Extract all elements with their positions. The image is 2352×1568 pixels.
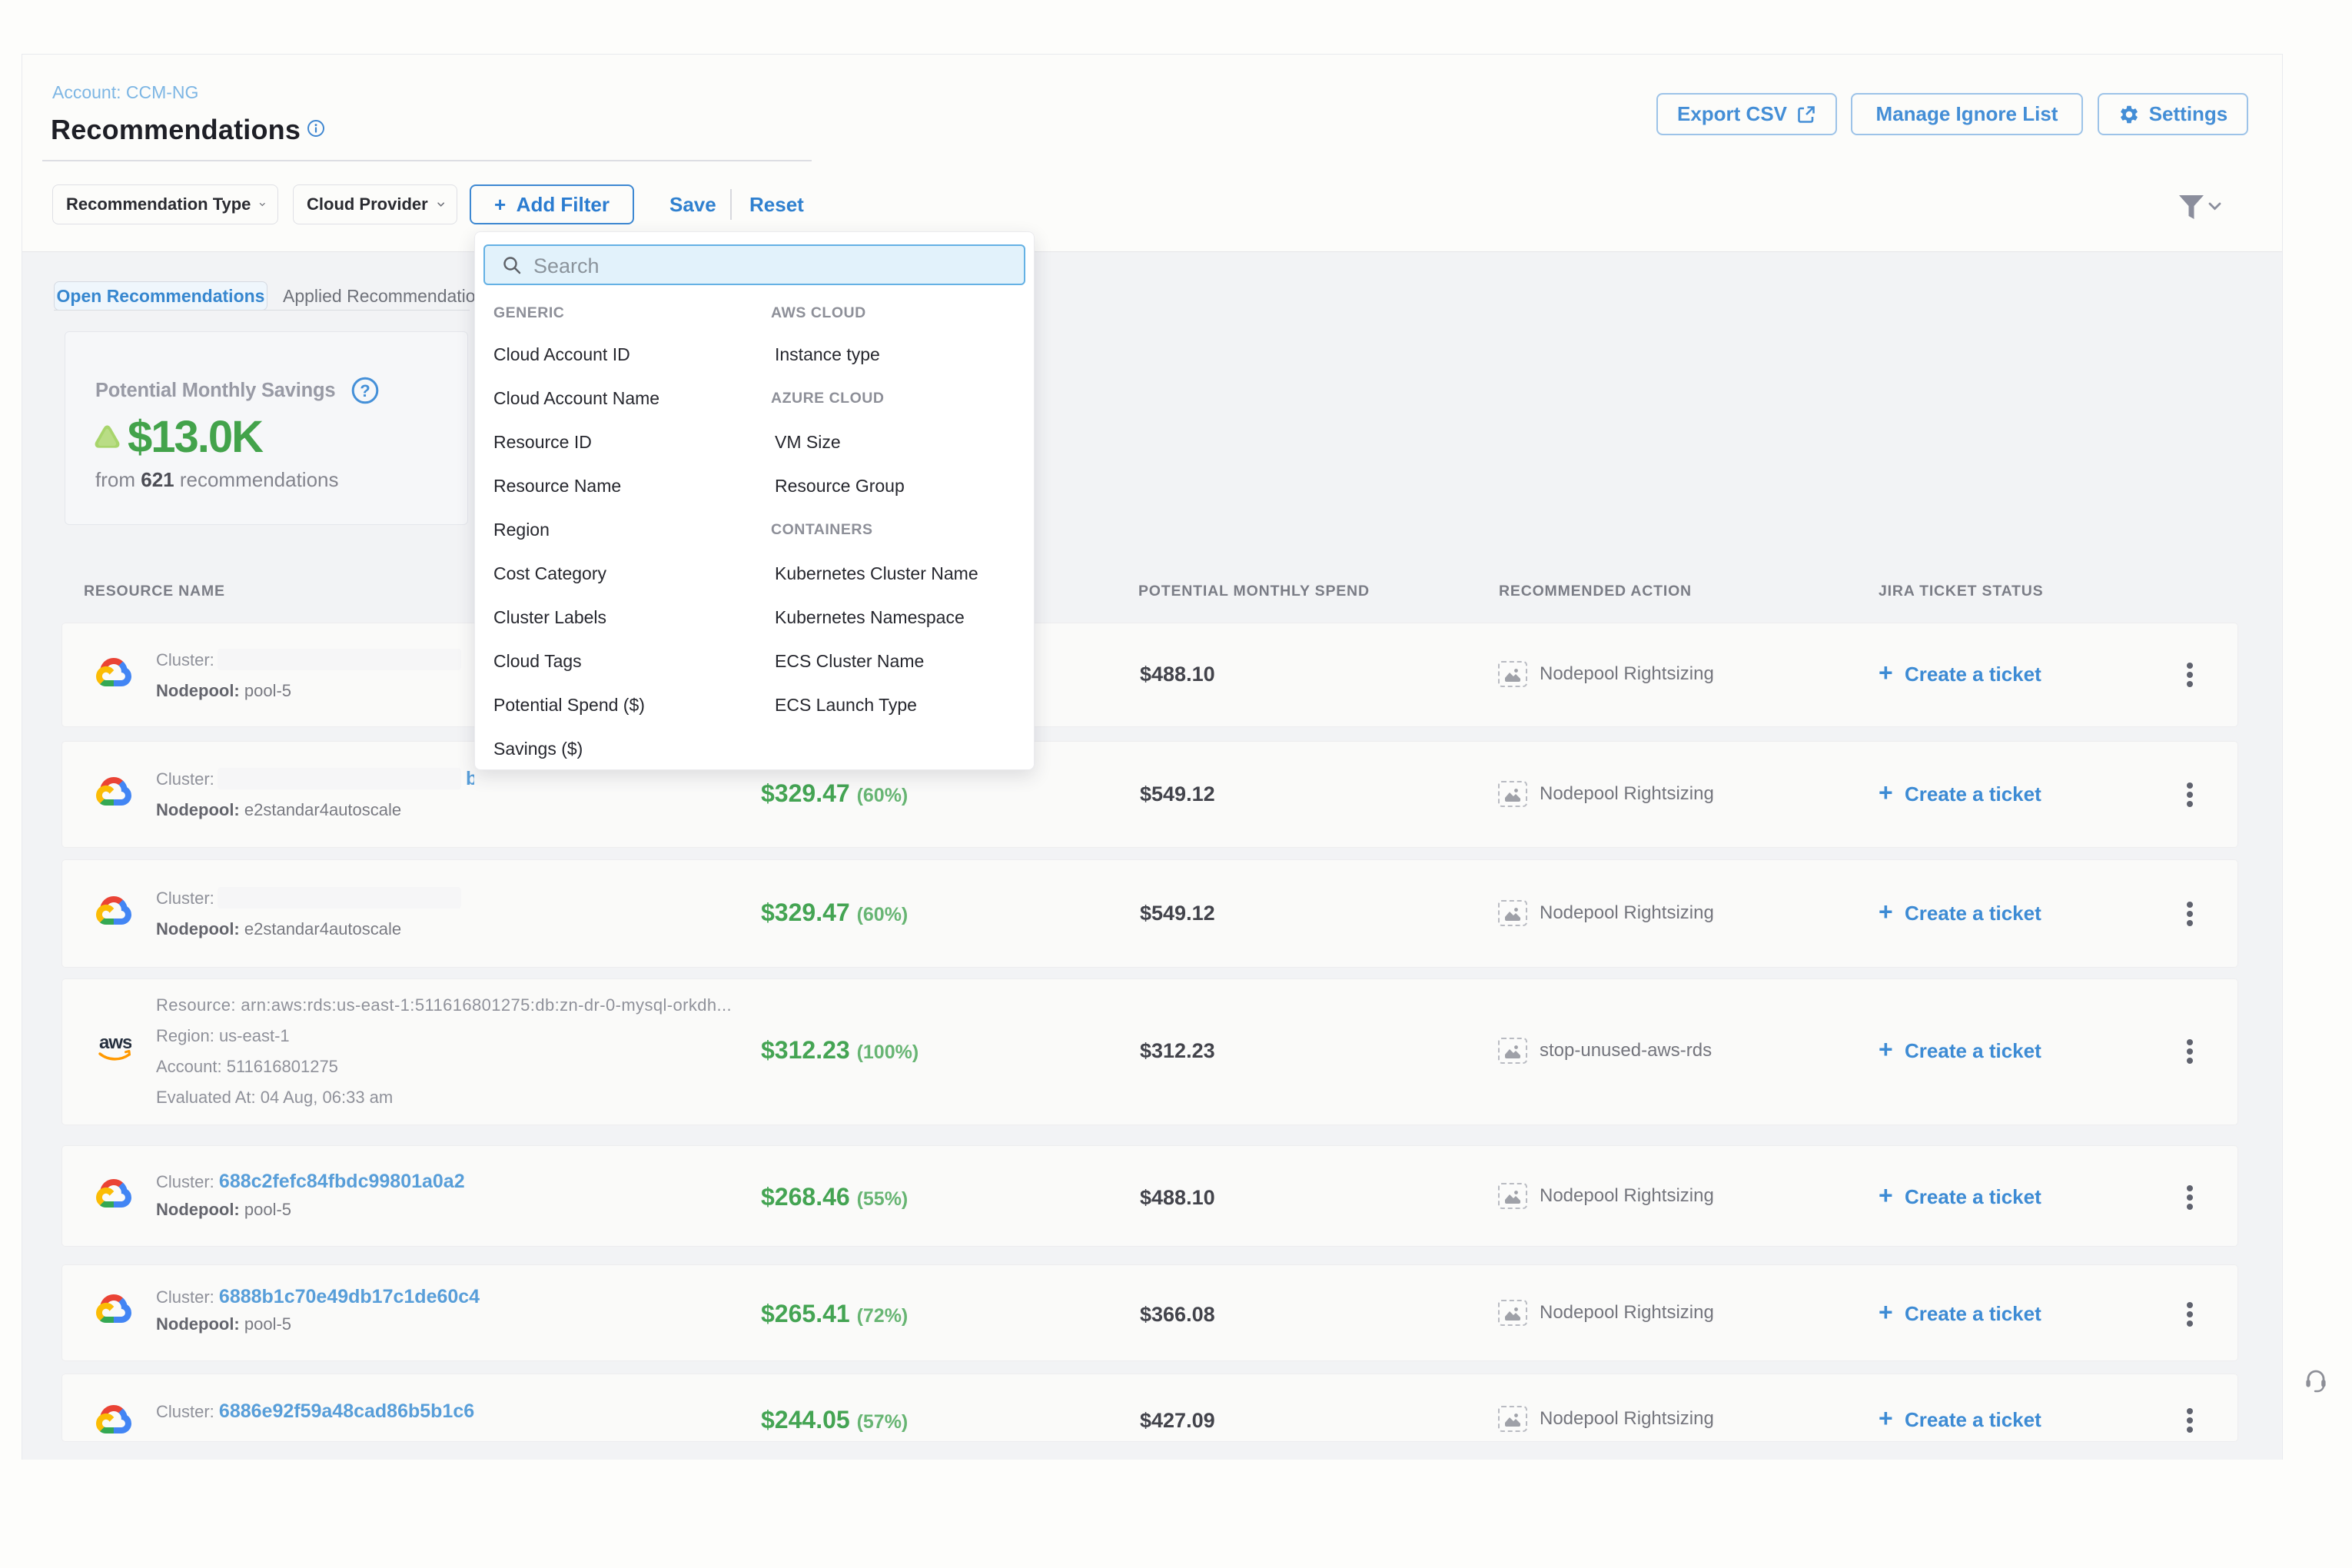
svg-text:?: ? xyxy=(360,381,370,400)
svg-text:aws: aws xyxy=(99,1032,131,1053)
